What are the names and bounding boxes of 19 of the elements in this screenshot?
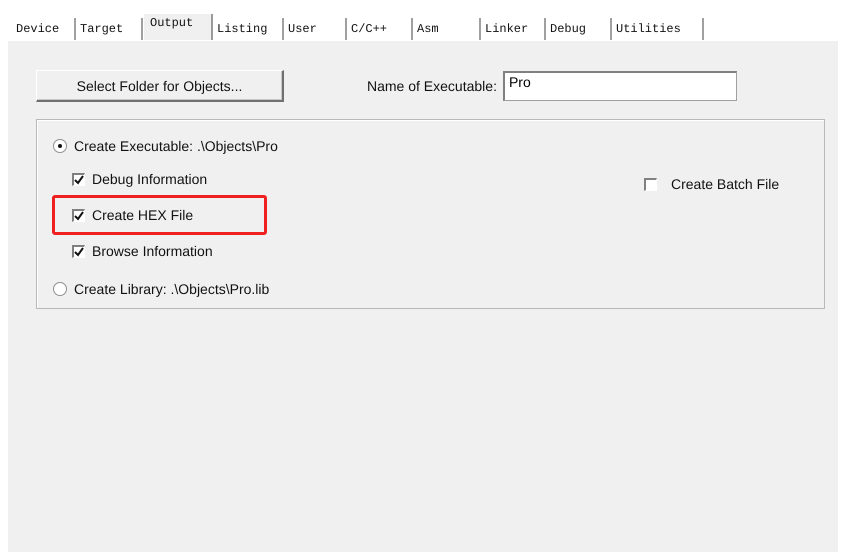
checkmark-icon: [74, 246, 84, 256]
checkbox-label: Create HEX File: [92, 207, 194, 223]
checkbox[interactable]: [72, 244, 85, 258]
executable-name-label: Name of Executable:: [367, 78, 497, 94]
radio-label: Create Executable: .\Objects\Pro: [74, 138, 278, 154]
checkbox-label: Browse Information: [92, 243, 213, 259]
checkmark-icon: [74, 210, 84, 220]
radio-button[interactable]: [53, 282, 67, 296]
radio-label: Create Library: .\Objects\Pro.lib: [74, 281, 270, 297]
checkbox-label: Create Batch File: [671, 176, 780, 192]
tab[interactable]: Output: [143, 14, 213, 40]
select-folder-button[interactable]: Select Folder for Objects...: [36, 70, 284, 102]
executable-name-field[interactable]: Pro: [502, 71, 737, 101]
checkbox-label: Debug Information: [92, 171, 208, 187]
checkmark-icon: [74, 174, 84, 184]
checkbox[interactable]: [72, 172, 85, 186]
checkbox[interactable]: [644, 178, 657, 190]
checkbox[interactable]: [72, 208, 85, 222]
radio-button[interactable]: [53, 139, 67, 153]
